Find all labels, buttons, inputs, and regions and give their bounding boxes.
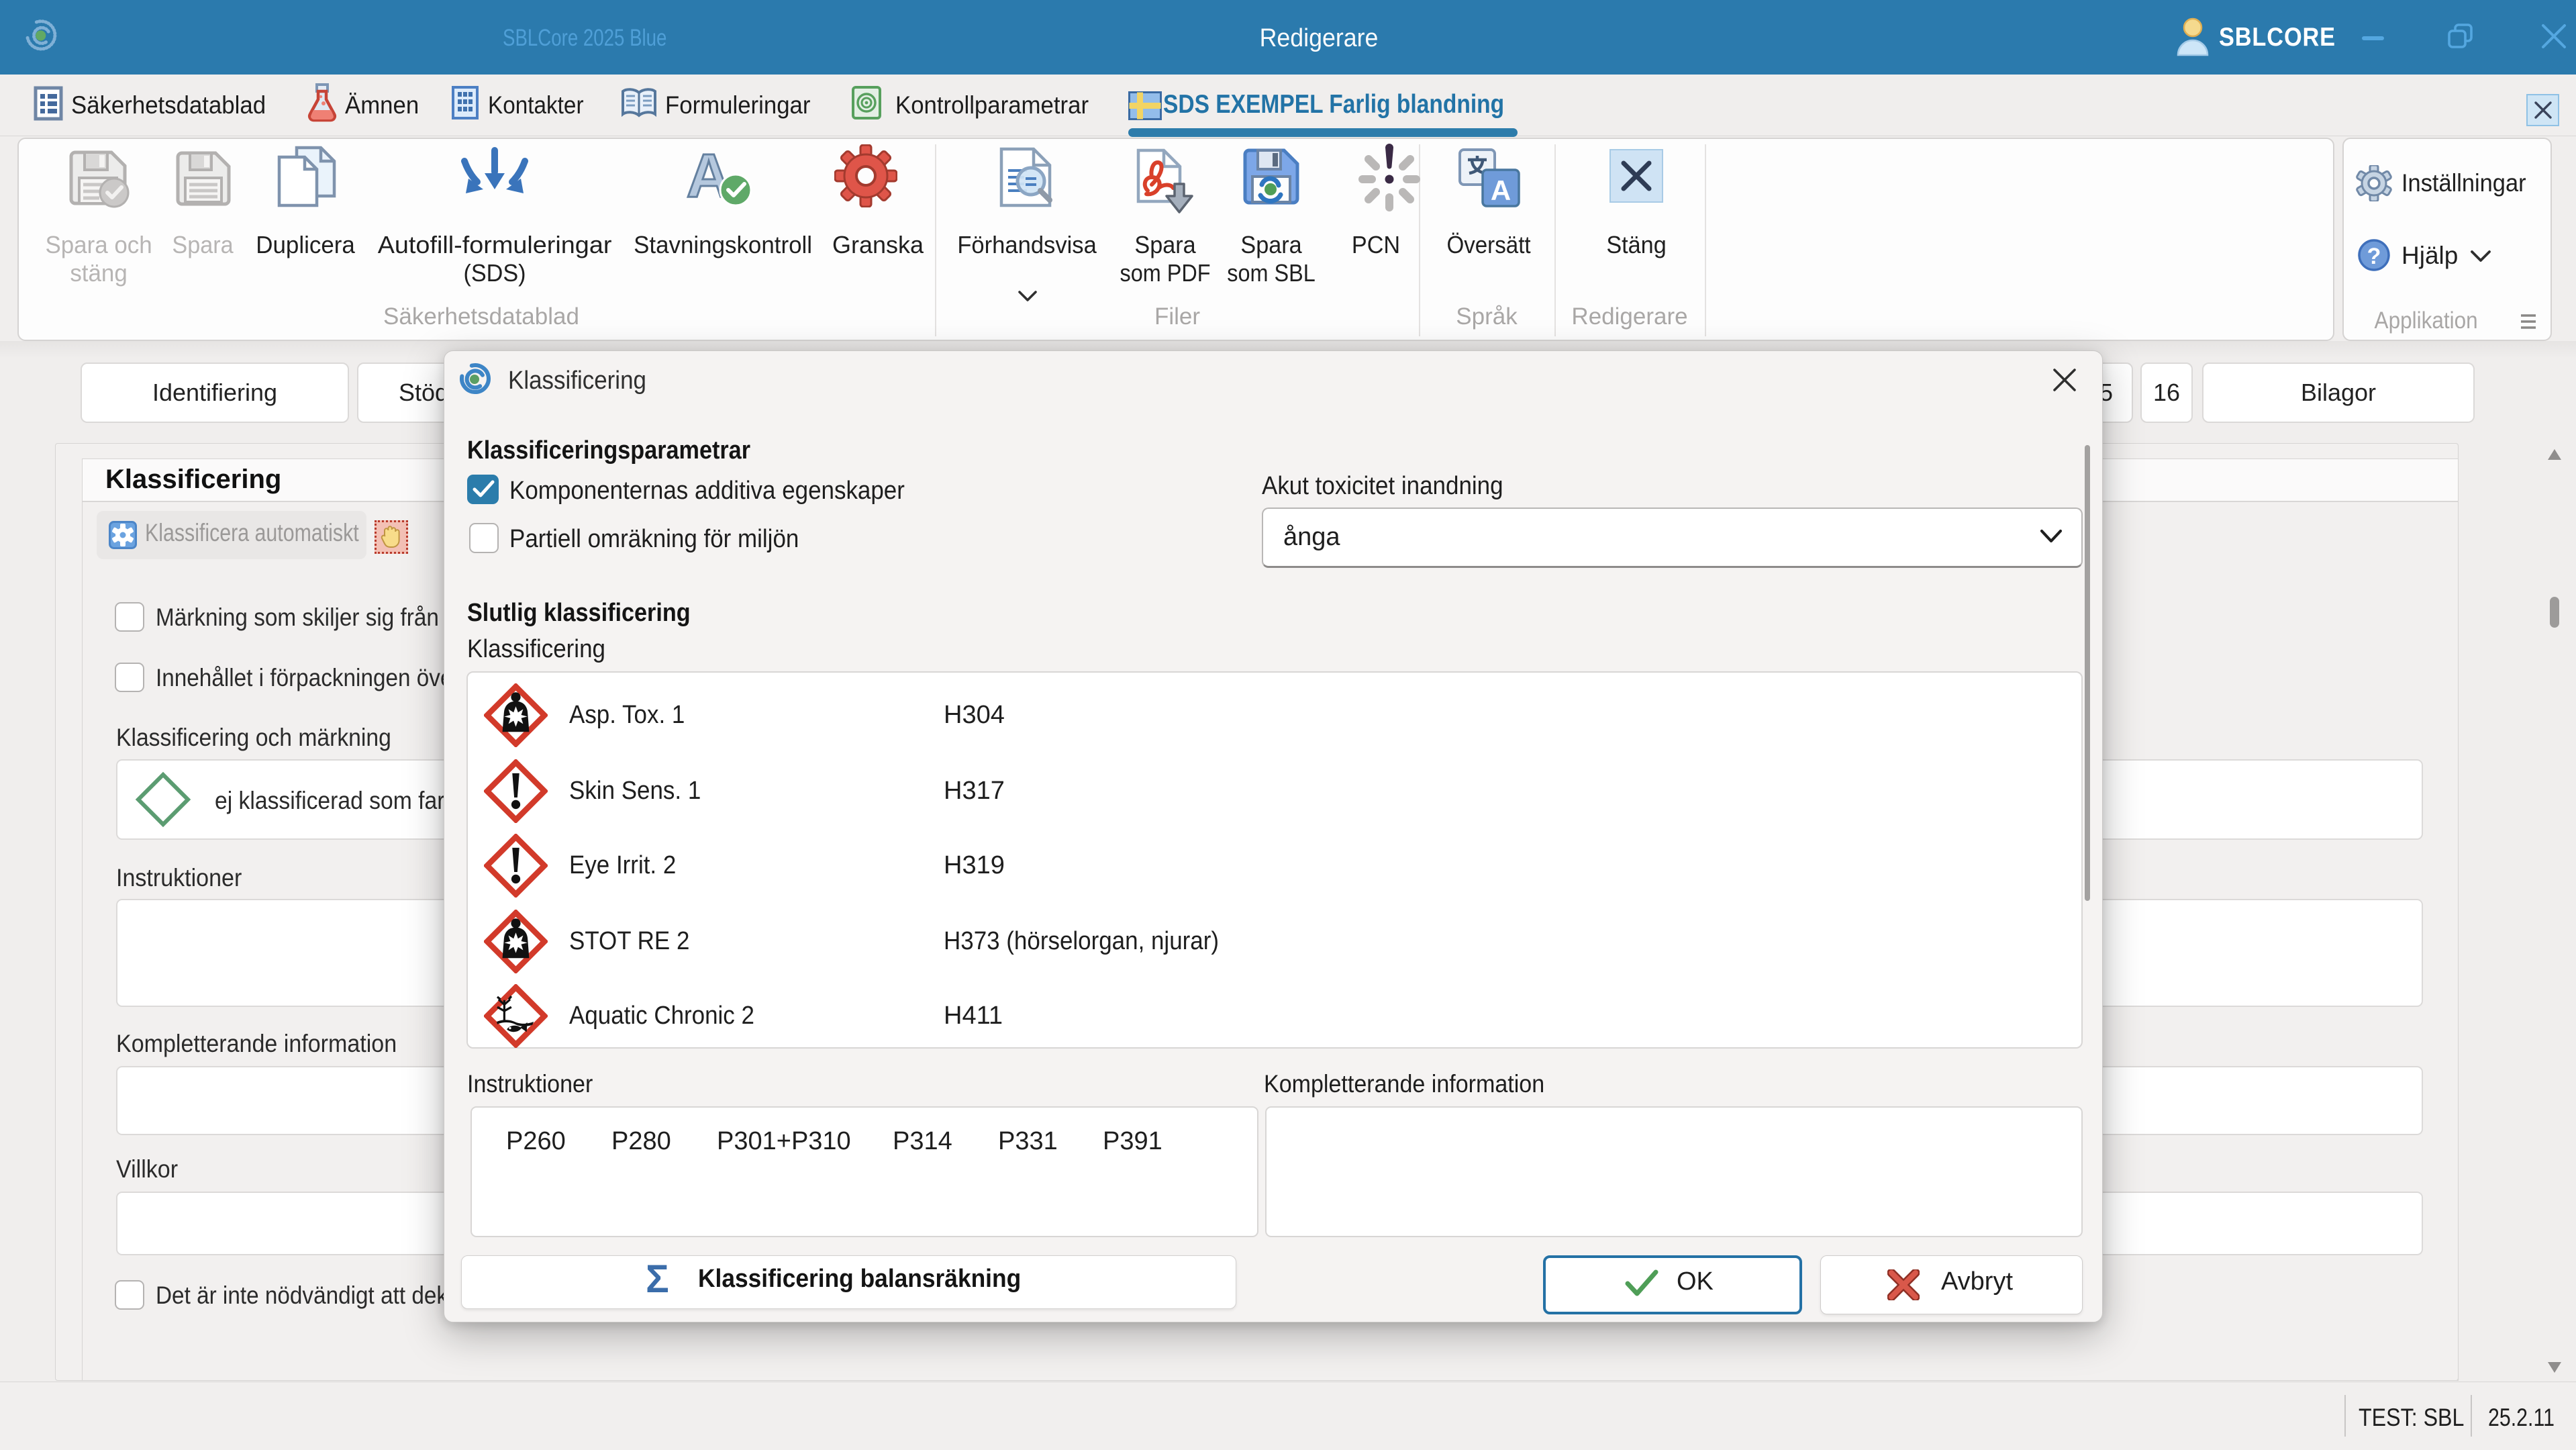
svg-text:A: A xyxy=(1491,175,1511,206)
svg-text:?: ? xyxy=(2367,244,2381,269)
